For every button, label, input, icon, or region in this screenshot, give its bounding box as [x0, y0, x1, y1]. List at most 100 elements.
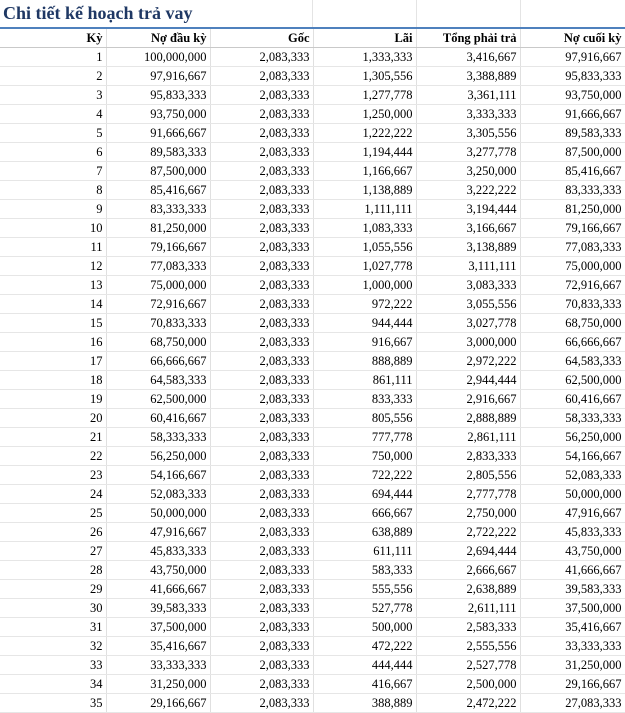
cell-opening-balance[interactable]: 66,666,667	[106, 351, 211, 371]
cell-principal[interactable]: 2,083,333	[210, 465, 314, 485]
cell-interest[interactable]: 1,222,222	[313, 123, 417, 143]
cell-opening-balance[interactable]: 33,333,333	[106, 655, 211, 675]
cell-interest[interactable]: 861,111	[313, 370, 417, 390]
cell-opening-balance[interactable]: 89,583,333	[106, 142, 211, 162]
cell-closing-balance[interactable]: 58,333,333	[520, 408, 625, 428]
cell-interest[interactable]: 416,667	[313, 674, 417, 694]
cell-total-payment[interactable]: 3,000,000	[416, 332, 521, 352]
cell-total-payment[interactable]: 3,250,000	[416, 161, 521, 181]
cell-period[interactable]: 26	[0, 522, 107, 542]
cell-opening-balance[interactable]: 37,500,000	[106, 617, 211, 637]
cell-period[interactable]: 33	[0, 655, 107, 675]
cell-closing-balance[interactable]: 50,000,000	[520, 484, 625, 504]
cell-principal[interactable]: 2,083,333	[210, 427, 314, 447]
cell-principal[interactable]: 2,083,333	[210, 693, 314, 713]
cell-interest[interactable]: 916,667	[313, 332, 417, 352]
cell-principal[interactable]: 2,083,333	[210, 560, 314, 580]
header-total-payment[interactable]: Tổng phải trả	[416, 29, 521, 48]
cell-closing-balance[interactable]: 72,916,667	[520, 275, 625, 295]
cell-period[interactable]: 10	[0, 218, 107, 238]
cell-total-payment[interactable]: 3,166,667	[416, 218, 521, 238]
cell-period[interactable]: 16	[0, 332, 107, 352]
cell-opening-balance[interactable]: 56,250,000	[106, 446, 211, 466]
cell-interest[interactable]: 1,000,000	[313, 275, 417, 295]
cell-opening-balance[interactable]: 31,250,000	[106, 674, 211, 694]
cell-period[interactable]: 9	[0, 199, 107, 219]
cell-opening-balance[interactable]: 64,583,333	[106, 370, 211, 390]
cell-total-payment[interactable]: 3,138,889	[416, 237, 521, 257]
cell-opening-balance[interactable]: 83,333,333	[106, 199, 211, 219]
cell-closing-balance[interactable]: 56,250,000	[520, 427, 625, 447]
cell-principal[interactable]: 2,083,333	[210, 294, 314, 314]
cell-opening-balance[interactable]: 62,500,000	[106, 389, 211, 409]
cell-total-payment[interactable]: 3,194,444	[416, 199, 521, 219]
cell-total-payment[interactable]: 3,277,778	[416, 142, 521, 162]
cell-interest[interactable]: 1,333,333	[313, 47, 417, 67]
cell-closing-balance[interactable]: 27,083,333	[520, 693, 625, 713]
cell-opening-balance[interactable]: 68,750,000	[106, 332, 211, 352]
cell-closing-balance[interactable]: 29,166,667	[520, 674, 625, 694]
cell-principal[interactable]: 2,083,333	[210, 275, 314, 295]
cell-principal[interactable]: 2,083,333	[210, 655, 314, 675]
cell-closing-balance[interactable]: 62,500,000	[520, 370, 625, 390]
cell-total-payment[interactable]: 2,805,556	[416, 465, 521, 485]
cell-interest[interactable]: 500,000	[313, 617, 417, 637]
cell-total-payment[interactable]: 3,222,222	[416, 180, 521, 200]
cell-principal[interactable]: 2,083,333	[210, 161, 314, 181]
cell-period[interactable]: 6	[0, 142, 107, 162]
cell-period[interactable]: 34	[0, 674, 107, 694]
cell-closing-balance[interactable]: 43,750,000	[520, 541, 625, 561]
cell-principal[interactable]: 2,083,333	[210, 370, 314, 390]
cell-closing-balance[interactable]: 97,916,667	[520, 47, 625, 67]
cell-closing-balance[interactable]: 33,333,333	[520, 636, 625, 656]
cell-closing-balance[interactable]: 35,416,667	[520, 617, 625, 637]
cell-principal[interactable]: 2,083,333	[210, 617, 314, 637]
cell-period[interactable]: 21	[0, 427, 107, 447]
cell-opening-balance[interactable]: 77,083,333	[106, 256, 211, 276]
cell-closing-balance[interactable]: 77,083,333	[520, 237, 625, 257]
cell-total-payment[interactable]: 2,611,111	[416, 598, 521, 618]
cell-total-payment[interactable]: 3,305,556	[416, 123, 521, 143]
cell-opening-balance[interactable]: 81,250,000	[106, 218, 211, 238]
cell-total-payment[interactable]: 2,472,222	[416, 693, 521, 713]
cell-opening-balance[interactable]: 72,916,667	[106, 294, 211, 314]
cell-principal[interactable]: 2,083,333	[210, 66, 314, 86]
cell-interest[interactable]: 1,083,333	[313, 218, 417, 238]
cell-interest[interactable]: 1,027,778	[313, 256, 417, 276]
cell-closing-balance[interactable]: 93,750,000	[520, 85, 625, 105]
cell-total-payment[interactable]: 2,944,444	[416, 370, 521, 390]
cell-total-payment[interactable]: 2,555,556	[416, 636, 521, 656]
cell-opening-balance[interactable]: 41,666,667	[106, 579, 211, 599]
cell-total-payment[interactable]: 2,500,000	[416, 674, 521, 694]
cell-closing-balance[interactable]: 47,916,667	[520, 503, 625, 523]
cell-total-payment[interactable]: 2,916,667	[416, 389, 521, 409]
cell-principal[interactable]: 2,083,333	[210, 256, 314, 276]
cell-period[interactable]: 28	[0, 560, 107, 580]
cell-closing-balance[interactable]: 91,666,667	[520, 104, 625, 124]
cell-interest[interactable]: 527,778	[313, 598, 417, 618]
cell-closing-balance[interactable]: 31,250,000	[520, 655, 625, 675]
cell-period[interactable]: 4	[0, 104, 107, 124]
cell-interest[interactable]: 722,222	[313, 465, 417, 485]
cell-closing-balance[interactable]: 83,333,333	[520, 180, 625, 200]
cell-total-payment[interactable]: 2,861,111	[416, 427, 521, 447]
cell-opening-balance[interactable]: 54,166,667	[106, 465, 211, 485]
cell-closing-balance[interactable]: 79,166,667	[520, 218, 625, 238]
cell-total-payment[interactable]: 2,583,333	[416, 617, 521, 637]
cell-opening-balance[interactable]: 43,750,000	[106, 560, 211, 580]
cell-closing-balance[interactable]: 95,833,333	[520, 66, 625, 86]
cell-opening-balance[interactable]: 60,416,667	[106, 408, 211, 428]
cell-interest[interactable]: 777,778	[313, 427, 417, 447]
cell-total-payment[interactable]: 3,111,111	[416, 256, 521, 276]
cell-interest[interactable]: 1,305,556	[313, 66, 417, 86]
cell-total-payment[interactable]: 3,388,889	[416, 66, 521, 86]
cell-interest[interactable]: 1,138,889	[313, 180, 417, 200]
cell-interest[interactable]: 666,667	[313, 503, 417, 523]
cell-interest[interactable]: 1,111,111	[313, 199, 417, 219]
cell-period[interactable]: 35	[0, 693, 107, 713]
cell-total-payment[interactable]: 3,027,778	[416, 313, 521, 333]
cell-closing-balance[interactable]: 45,833,333	[520, 522, 625, 542]
cell-closing-balance[interactable]: 60,416,667	[520, 389, 625, 409]
cell-interest[interactable]: 888,889	[313, 351, 417, 371]
cell-period[interactable]: 31	[0, 617, 107, 637]
